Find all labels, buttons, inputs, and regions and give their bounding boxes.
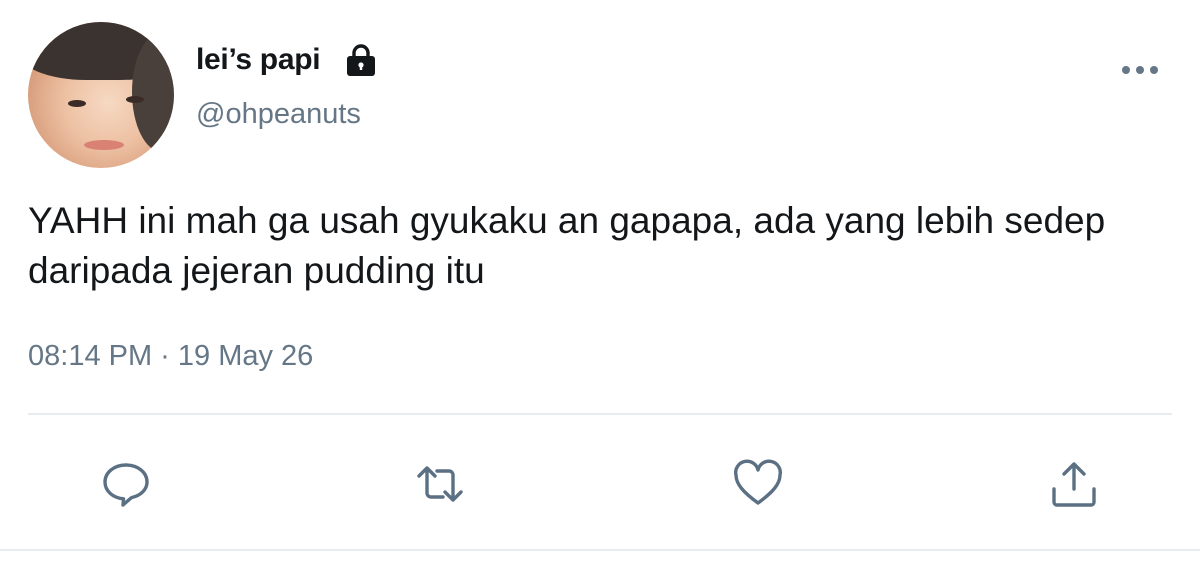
retweet-button[interactable] (414, 458, 466, 510)
display-name[interactable]: lei’s papi (196, 43, 321, 77)
tweet-text: YAHH ini mah ga usah gyukaku an gapapa, … (28, 200, 1106, 291)
avatar-eye-right (126, 96, 144, 103)
retweet-icon (417, 466, 463, 502)
reply-button[interactable] (100, 458, 152, 510)
user-handle[interactable]: @ohpeanuts (196, 98, 361, 131)
avatar[interactable] (28, 22, 174, 168)
reply-icon (103, 463, 149, 507)
tweet-timestamp[interactable]: 08:14 PM · 19 May 26 (28, 340, 313, 373)
like-button[interactable] (732, 458, 784, 510)
divider (28, 413, 1172, 415)
share-button[interactable] (1048, 458, 1100, 510)
author-name-row: lei’s papi (196, 40, 378, 80)
tweet: lei’s papi @ohpeanuts YAHH ini mah ga us… (0, 0, 1200, 567)
divider-bottom (0, 549, 1200, 551)
lock-icon (344, 43, 378, 77)
avatar-mouth (84, 140, 124, 150)
more-dots-icon[interactable] (1118, 60, 1162, 80)
like-icon (734, 459, 782, 505)
share-icon (1052, 462, 1096, 507)
avatar-eye-left (68, 100, 86, 107)
